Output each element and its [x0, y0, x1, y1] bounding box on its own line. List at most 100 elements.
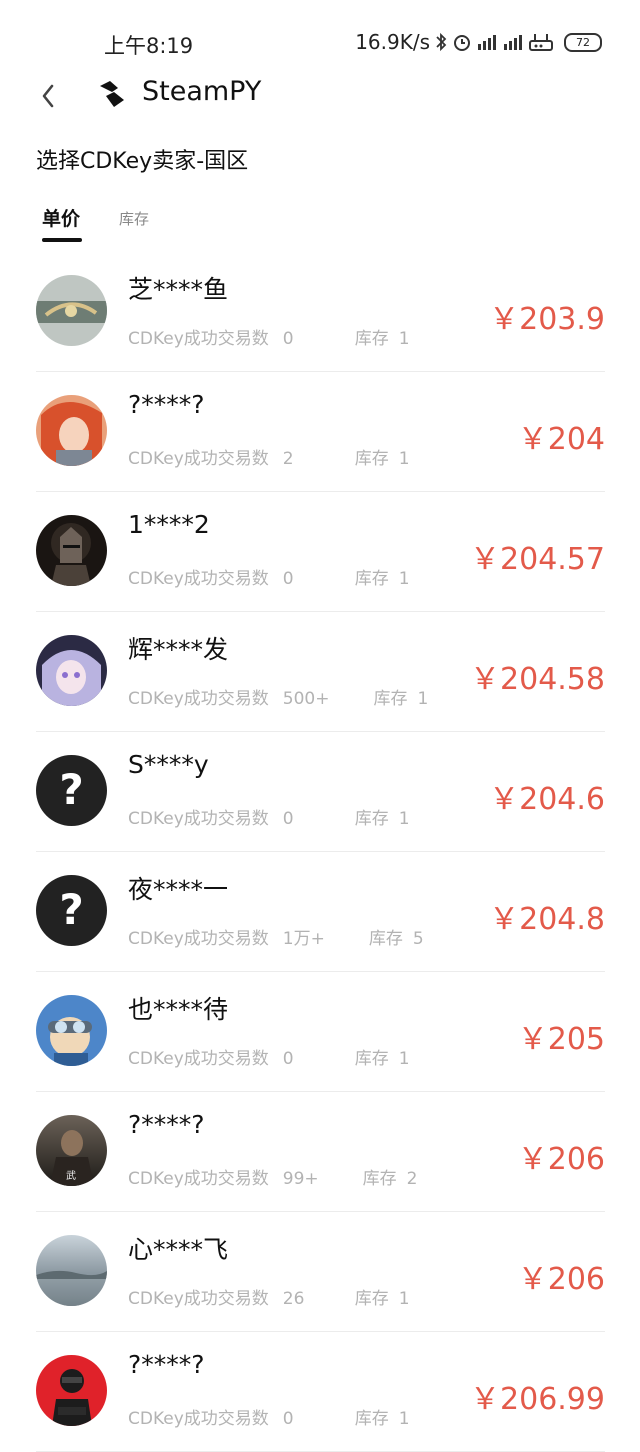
seller-list: 芝****鱼 CDKey成功交易数 0 库存 1 ￥203.9 ?****? CDKey成功交… [0, 252, 640, 1452]
seller-meta: CDKey成功交易数 1万+ 库存 5 [128, 924, 424, 949]
battery-icon: 72 [564, 32, 602, 52]
stock-label: 库存 [354, 809, 389, 829]
stock-count: 1 [398, 569, 410, 589]
stock-label: 库存 [373, 689, 408, 709]
seller-meta: CDKey成功交易数 0 库存 1 [128, 1404, 410, 1429]
trades-count: 500+ [282, 689, 330, 709]
seller-meta: CDKey成功交易数 2 库存 1 [128, 444, 410, 469]
seller-price: ￥204.57 [470, 542, 605, 577]
warrior-avatar: 武 [36, 1115, 107, 1186]
stock-count: 1 [398, 809, 410, 829]
trades-label: CDKey成功交易数 [128, 329, 269, 349]
stock-label: 库存 [354, 329, 389, 349]
trades-count: 26 [282, 1289, 305, 1309]
page-title: 选择CDKey卖家-国区 [36, 149, 249, 174]
seller-price: ￥204 [517, 422, 605, 457]
seller-row[interactable]: ?****? CDKey成功交易数 0 库存 1 ￥206.99 [36, 1332, 605, 1452]
trades-label: CDKey成功交易数 [128, 1169, 269, 1189]
trades-count: 0 [282, 329, 294, 349]
seller-price: ￥204.6 [489, 782, 605, 817]
signal-icon [476, 32, 498, 52]
seller-meta: CDKey成功交易数 99+ 库存 2 [128, 1164, 418, 1189]
stock-label: 库存 [368, 929, 403, 949]
red-hair-anime-avatar [36, 395, 107, 466]
seller-row[interactable]: 武 ?****? CDKey成功交易数 99+ 库存 2 ￥206 [36, 1092, 605, 1212]
seller-name: ?****? [128, 390, 205, 419]
seller-price: ￥205 [517, 1022, 605, 1057]
seller-row[interactable]: 1****2 CDKey成功交易数 0 库存 1 ￥204.57 [36, 492, 605, 612]
trades-label: CDKey成功交易数 [128, 1289, 269, 1309]
seller-name: 夜****一 [128, 875, 229, 904]
tab-unit-price[interactable]: 单价 [42, 204, 80, 231]
stock-label: 库存 [354, 1409, 389, 1429]
seller-meta: CDKey成功交易数 0 库存 1 [128, 324, 410, 349]
app-title: SteamPY [142, 76, 262, 107]
seller-name: 心****飞 [128, 1235, 229, 1264]
stock-label: 库存 [354, 1049, 389, 1069]
seller-row[interactable]: ? S****y CDKey成功交易数 0 库存 1 ￥204.6 [36, 732, 605, 852]
trades-label: CDKey成功交易数 [128, 449, 269, 469]
seller-name: 辉****发 [128, 635, 229, 664]
seller-meta: CDKey成功交易数 26 库存 1 [128, 1284, 410, 1309]
stock-count: 1 [398, 1049, 410, 1069]
network-speed: 16.9K/s [355, 30, 430, 54]
seller-meta: CDKey成功交易数 500+ 库存 1 [128, 684, 428, 709]
anime-girl-avatar [36, 635, 107, 706]
seller-name: S****y [128, 750, 209, 779]
seller-meta: CDKey成功交易数 0 库存 1 [128, 564, 410, 589]
tab-bar: 单价 库存 [0, 200, 640, 250]
stock-label: 库存 [362, 1169, 397, 1189]
seller-row[interactable]: ?****? CDKey成功交易数 2 库存 1 ￥204 [36, 372, 605, 492]
seller-row[interactable]: ? 夜****一 CDKey成功交易数 1万+ 库存 5 ￥204.8 [36, 852, 605, 972]
trades-label: CDKey成功交易数 [128, 1049, 269, 1069]
seller-name: ?****? [128, 1110, 205, 1139]
seller-price: ￥206.99 [470, 1382, 605, 1417]
tab-stock[interactable]: 库存 [119, 208, 149, 229]
trades-count: 0 [282, 569, 294, 589]
stock-label: 库存 [354, 449, 389, 469]
svg-text:?: ? [59, 885, 83, 934]
seller-row[interactable]: 也****待 CDKey成功交易数 0 库存 1 ￥205 [36, 972, 605, 1092]
trades-count: 0 [282, 1049, 294, 1069]
seller-name: 1****2 [128, 510, 210, 539]
dark-knight-avatar [36, 515, 107, 586]
steampy-logo-icon [96, 78, 128, 110]
alarm-icon [452, 32, 472, 52]
stock-count: 2 [406, 1169, 418, 1189]
seller-name: ?****? [128, 1350, 205, 1379]
goggles-character-avatar [36, 995, 107, 1066]
seller-price: ￥204.8 [489, 902, 605, 937]
seller-price: ￥206 [517, 1262, 605, 1297]
stock-count: 1 [398, 329, 410, 349]
svg-text:武: 武 [66, 1169, 76, 1182]
trades-label: CDKey成功交易数 [128, 1409, 269, 1429]
stock-count: 1 [398, 449, 410, 469]
stock-label: 库存 [354, 569, 389, 589]
seller-row[interactable]: 心****飞 CDKey成功交易数 26 库存 1 ￥206 [36, 1212, 605, 1332]
back-button[interactable] [34, 76, 66, 116]
seller-row[interactable]: 辉****发 CDKey成功交易数 500+ 库存 1 ￥204.58 [36, 612, 605, 732]
trades-count: 0 [282, 1409, 294, 1429]
trades-count: 99+ [282, 1169, 319, 1189]
stock-label: 库存 [354, 1289, 389, 1309]
counter-strike-avatar [36, 1355, 107, 1426]
question-mark-avatar: ? [36, 875, 107, 946]
trades-count: 0 [282, 809, 294, 829]
seller-price: ￥206 [517, 1142, 605, 1177]
stock-count: 5 [412, 929, 424, 949]
trades-label: CDKey成功交易数 [128, 569, 269, 589]
trades-label: CDKey成功交易数 [128, 929, 269, 949]
seller-row[interactable]: 芝****鱼 CDKey成功交易数 0 库存 1 ￥203.9 [36, 252, 605, 372]
trades-label: CDKey成功交易数 [128, 809, 269, 829]
stock-count: 1 [398, 1409, 410, 1429]
signal-icon-2 [502, 32, 524, 52]
status-icons: 16.9K/s 72 [355, 30, 602, 54]
active-tab-indicator [42, 238, 82, 242]
trades-count: 1万+ [282, 929, 325, 949]
game-art-avatar [36, 275, 107, 346]
wifi-router-icon [528, 31, 554, 53]
question-mark-avatar: ? [36, 755, 107, 826]
trades-count: 2 [282, 449, 294, 469]
trades-label: CDKey成功交易数 [128, 689, 269, 709]
status-bar: 上午8:19 16.9K/s 72 [0, 0, 640, 80]
